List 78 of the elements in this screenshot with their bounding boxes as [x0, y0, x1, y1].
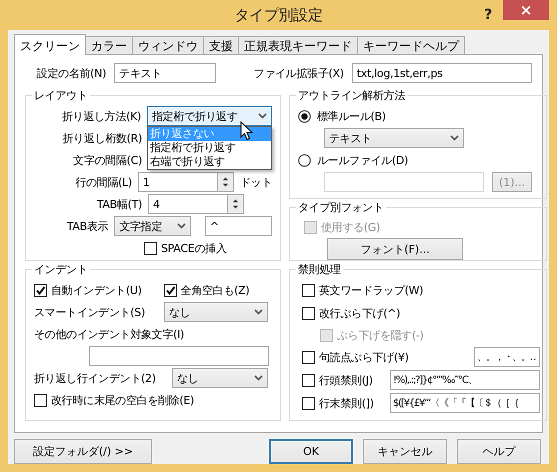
checkbox-label: SPACEの挿入: [161, 240, 226, 256]
extension-field[interactable]: txt,log,1st,err,ps: [352, 63, 532, 83]
tab[interactable]: キーワードヘルプ: [357, 36, 465, 54]
help-button[interactable]: ?: [473, 7, 503, 23]
field-label: その他のインデント対象文字(I): [34, 326, 184, 342]
close-button[interactable]: ×: [503, 0, 549, 20]
name-field[interactable]: テキスト: [114, 63, 216, 83]
group-title: インデント: [32, 262, 90, 277]
checkbox-label: 行末禁則(]): [319, 396, 374, 410]
font-button[interactable]: フォント(F)...: [327, 238, 463, 260]
checkbox[interactable]: [302, 306, 315, 320]
group-title: 禁則処理: [296, 262, 343, 277]
checkbox-label: 使用する(G): [321, 220, 380, 234]
checkbox-label: 改行ぶら下げ(^): [319, 306, 400, 320]
checkbox-label: 改行時に末尾の空白を削除(E): [51, 392, 194, 408]
checkbox[interactable]: [302, 284, 315, 296]
dialog-button[interactable]: OK: [269, 439, 353, 464]
spinner-icon[interactable]: [228, 194, 244, 214]
chevron-down-icon: [176, 223, 186, 229]
checkbox[interactable]: [34, 284, 47, 296]
tab[interactable]: 支援: [203, 36, 239, 54]
checkbox-label: ぶら下げを隠す(-): [337, 328, 424, 342]
tab[interactable]: スクリーン: [14, 34, 86, 55]
wrap-indent-dropdown[interactable]: なし: [172, 368, 268, 388]
field-label: TAB幅(T): [96, 196, 142, 212]
checkbox[interactable]: [144, 242, 157, 254]
rule-dropdown[interactable]: テキスト: [324, 128, 464, 148]
checkbox-label: 英文ワードラップ(W): [319, 282, 424, 298]
text-field[interactable]: [89, 346, 269, 366]
tab-display-dropdown[interactable]: 文字指定: [114, 216, 191, 236]
checkbox[interactable]: [302, 350, 315, 364]
spinner-icon[interactable]: [218, 172, 234, 192]
characters-field[interactable]: 、。，・、。‥: [474, 347, 540, 367]
radio-button[interactable]: [298, 110, 311, 122]
field-label: 折り返し桁数(R): [61, 130, 142, 146]
dropdown-option[interactable]: 右端で折り返す: [148, 155, 271, 169]
tab[interactable]: 正規表現キーワード: [238, 36, 358, 54]
radio-label: ルールファイル(D): [317, 152, 408, 168]
number-field[interactable]: 1: [138, 172, 218, 192]
checkbox[interactable]: [302, 374, 315, 386]
tab[interactable]: カラー: [85, 36, 133, 54]
field-label: 設定の名前(N): [36, 66, 106, 80]
checkbox[interactable]: [302, 396, 315, 410]
field-label: TAB表示: [66, 218, 108, 234]
dialog-button[interactable]: キャンセル: [363, 439, 447, 464]
checkbox-label: 自動インデント(U): [51, 282, 142, 298]
dialog-button[interactable]: ヘルプ: [457, 439, 541, 464]
number-field[interactable]: 4: [148, 194, 228, 214]
checkbox-label: 全角空白も(Z): [180, 282, 250, 298]
characters-field[interactable]: !%),.:;?]}¢°’”‰′″℃、: [390, 370, 540, 390]
unit-label: ドット: [240, 174, 272, 190]
field-label: スマートインデント(S): [34, 304, 146, 320]
chevron-down-icon: [258, 113, 267, 119]
checkbox-label: 行頭禁則(J): [319, 372, 373, 388]
group-title: タイプ別フォント: [296, 200, 386, 215]
characters-field[interactable]: $([¥{£¥‘“〈《「『【〔＄（［｛: [390, 393, 540, 413]
field-label: 文字の間隔(C): [72, 152, 142, 168]
group-title: アウトライン解析方法: [296, 88, 408, 103]
dropdown-option[interactable]: 指定桁で折り返す: [148, 141, 271, 155]
group-title: レイアウト: [32, 88, 90, 103]
tab-char-field[interactable]: ^: [204, 216, 272, 236]
field-label: 行の間隔(L): [74, 174, 132, 190]
chevron-down-icon: [254, 309, 263, 315]
field-label: 折り返し方法(K): [60, 108, 142, 124]
radio-label: 標準ルール(B): [317, 108, 386, 124]
smart-indent-dropdown[interactable]: なし: [164, 302, 268, 322]
field-label: 折り返し行インデント(2): [34, 370, 157, 386]
field-label: ファイル拡張子(X): [254, 66, 344, 80]
settings-folder-button[interactable]: 設定フォルダ(/) >>: [14, 439, 152, 464]
checkbox-label: 句読点ぶら下げ(¥): [319, 350, 409, 364]
window-title: タイプ別設定: [233, 6, 324, 24]
checkbox[interactable]: [34, 394, 47, 406]
radio-button[interactable]: [298, 154, 311, 166]
chevron-down-icon: [254, 375, 263, 381]
rule-file-field[interactable]: [324, 172, 484, 192]
chevron-down-icon: [450, 135, 459, 141]
checkbox[interactable]: [164, 284, 177, 296]
tab[interactable]: ウィンドウ: [132, 36, 204, 54]
